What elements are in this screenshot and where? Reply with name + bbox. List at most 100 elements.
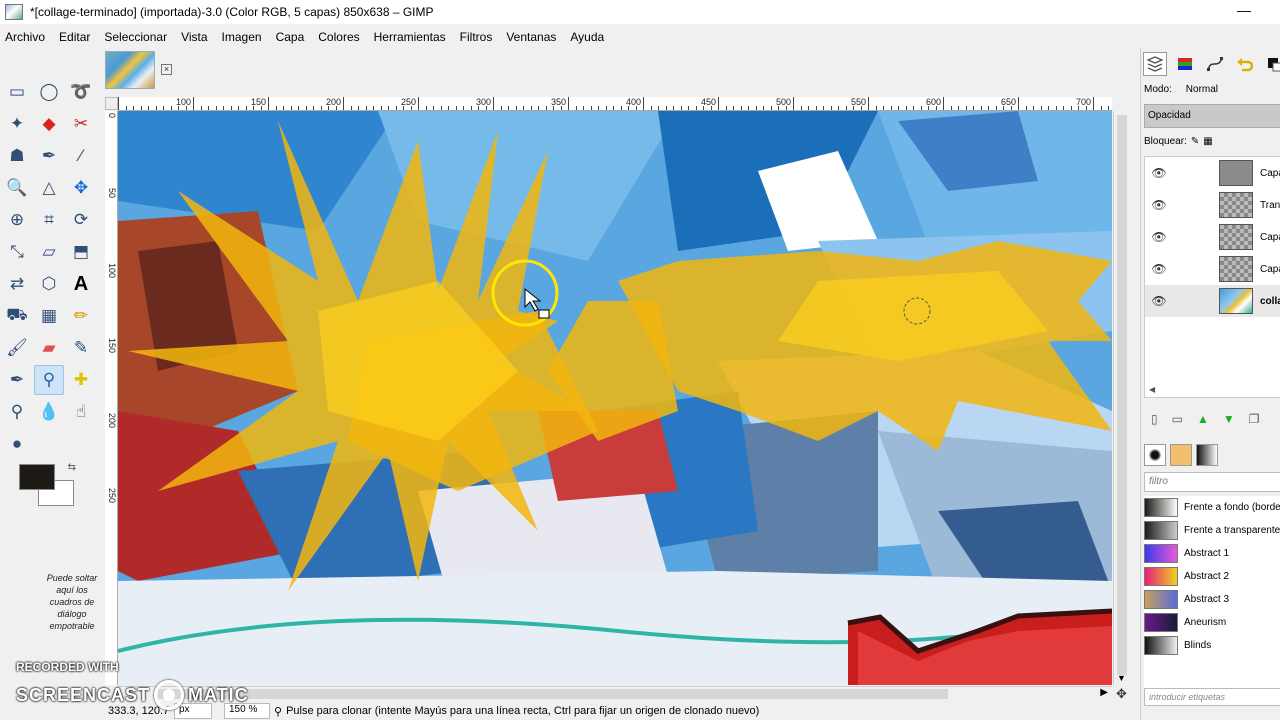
tool-foreground-select[interactable]: ☗ <box>2 141 32 171</box>
layer-row[interactable]: 👁 Capa <box>1145 221 1280 253</box>
image-canvas[interactable] <box>118 111 1112 685</box>
minimize-button[interactable]: — <box>1234 2 1254 22</box>
paths-tab-icon[interactable] <box>1203 52 1227 76</box>
tool-heal[interactable]: ✚ <box>66 365 96 395</box>
visibility-eye-icon[interactable]: 👁 <box>1145 230 1173 244</box>
tool-rotate[interactable]: ⟳ <box>66 205 96 235</box>
scroll-down-icon[interactable]: ▼ <box>1117 673 1126 683</box>
horizontal-scroll-thumb[interactable] <box>158 689 948 699</box>
ruler-corner[interactable] <box>105 97 118 110</box>
layers-tab-icon[interactable] <box>1143 52 1167 76</box>
raise-layer-icon[interactable]: ▲ <box>1197 412 1209 426</box>
lock-pixels-icon[interactable]: ✎ <box>1191 136 1199 147</box>
channels-tab-icon[interactable] <box>1173 52 1197 76</box>
layers-scroll-left-icon[interactable]: ◀ <box>1145 385 1280 397</box>
tool-fuzzy-select[interactable]: ✦ <box>2 109 32 139</box>
brushes-tab-icon[interactable] <box>1144 444 1166 466</box>
tool-color-select[interactable]: ◆ <box>34 109 64 139</box>
gradient-item[interactable]: Abstract 1 <box>1144 542 1280 565</box>
menu-archivo[interactable]: Archivo <box>5 30 45 44</box>
undo-history-tab-icon[interactable] <box>1233 52 1257 76</box>
tool-align[interactable]: ⊕ <box>2 205 32 235</box>
vertical-scrollbar[interactable]: ▼ <box>1113 111 1130 685</box>
tool-blur[interactable]: 💧 <box>34 397 64 427</box>
gradient-item[interactable]: Abstract 3 <box>1144 588 1280 611</box>
menu-seleccionar[interactable]: Seleccionar <box>104 30 167 44</box>
duplicate-layer-icon[interactable]: ❐ <box>1249 412 1260 426</box>
tool-scale[interactable]: ⤡ <box>2 237 32 267</box>
tool-move[interactable]: ✥ <box>66 173 96 203</box>
tool-ellipse-select[interactable]: ◯ <box>34 77 64 107</box>
layer-row[interactable]: 👁 Trans <box>1145 189 1280 221</box>
tags-input[interactable]: introducir etiquetas <box>1144 688 1280 706</box>
menu-ayuda[interactable]: Ayuda <box>570 30 604 44</box>
gradient-item[interactable]: Frente a transparente <box>1144 519 1280 542</box>
visibility-eye-icon[interactable]: 👁 <box>1145 166 1173 180</box>
tool-shear[interactable]: ▱ <box>34 237 64 267</box>
tool-zoom[interactable]: 🔍 <box>2 173 32 203</box>
visibility-eye-icon[interactable]: 👁 <box>1145 262 1173 276</box>
patterns-tab-icon[interactable] <box>1170 444 1192 466</box>
mode-select[interactable]: Normal <box>1186 84 1218 95</box>
tool-scissors-select[interactable]: ✂ <box>66 109 96 139</box>
lock-alpha-icon[interactable]: ▦ <box>1203 136 1212 147</box>
new-layer-icon[interactable]: ▯ <box>1151 412 1158 426</box>
gradients-tab-icon[interactable] <box>1196 444 1218 466</box>
navigate-icon[interactable]: ✥ <box>1116 686 1127 702</box>
layer-name[interactable]: Capa <box>1260 232 1280 243</box>
tool-clone[interactable]: ⚲ <box>34 365 64 395</box>
tool-flip[interactable]: ⇄ <box>2 269 32 299</box>
tool-text[interactable]: A <box>66 269 96 299</box>
tool-measure[interactable]: △ <box>34 173 64 203</box>
scroll-right-icon[interactable]: ▶ <box>1100 687 1108 698</box>
gradient-item[interactable]: Frente a fondo (borde <box>1144 496 1280 519</box>
tool-ink[interactable]: ✒ <box>2 365 32 395</box>
horizontal-scrollbar[interactable]: ▶ <box>118 686 1112 700</box>
tool-paths[interactable]: ✒ <box>34 141 64 171</box>
gradient-item[interactable]: Blinds <box>1144 634 1280 657</box>
new-layer-group-icon[interactable]: ▭ <box>1172 412 1183 426</box>
tool-rect-select[interactable]: ▭ <box>2 77 32 107</box>
lower-layer-icon[interactable]: ▼ <box>1223 412 1235 426</box>
menu-vista[interactable]: Vista <box>181 30 207 44</box>
tool-bucket-fill[interactable]: ⛟ <box>2 301 32 331</box>
tool-perspective-clone[interactable]: ⚲ <box>2 397 32 427</box>
menu-editar[interactable]: Editar <box>59 30 90 44</box>
menu-ventanas[interactable]: Ventanas <box>506 30 556 44</box>
tool-free-select[interactable]: ➰ <box>66 77 96 107</box>
layer-name[interactable]: colla <box>1260 296 1280 307</box>
tool-perspective[interactable]: ⬒ <box>66 237 96 267</box>
menu-capa[interactable]: Capa <box>276 30 305 44</box>
menu-imagen[interactable]: Imagen <box>222 30 262 44</box>
layer-row[interactable]: 👁 Capa <box>1145 253 1280 285</box>
tool-cage-transform[interactable]: ⬡ <box>34 269 64 299</box>
gradient-item[interactable]: Aneurism <box>1144 611 1280 634</box>
tool-airbrush[interactable]: ✎ <box>66 333 96 363</box>
visibility-eye-icon[interactable]: 👁 <box>1145 294 1173 308</box>
layer-name[interactable]: Capa <box>1260 264 1280 275</box>
tool-eraser[interactable]: ▰ <box>34 333 64 363</box>
layer-row[interactable]: 👁 Capa <box>1145 157 1280 189</box>
opacity-slider[interactable]: Opacidad <box>1144 104 1280 128</box>
colors-tab-icon[interactable] <box>1263 52 1280 76</box>
tool-crop[interactable]: ⌗ <box>34 205 64 235</box>
tool-smudge[interactable]: ☝ <box>66 397 96 427</box>
tool-dodge-burn[interactable]: ● <box>2 429 32 459</box>
layer-row[interactable]: 👁 colla <box>1145 285 1280 317</box>
menu-filtros[interactable]: Filtros <box>460 30 493 44</box>
image-tab-collage[interactable] <box>105 51 155 89</box>
visibility-eye-icon[interactable]: 👁 <box>1145 198 1173 212</box>
gradient-item[interactable]: Abstract 2 <box>1144 565 1280 588</box>
layer-name[interactable]: Capa <box>1260 168 1280 179</box>
tool-paintbrush[interactable]: 🖌 <box>2 333 32 363</box>
foreground-color[interactable] <box>19 464 55 490</box>
layer-name[interactable]: Trans <box>1260 200 1280 211</box>
vertical-scroll-thumb[interactable] <box>1117 115 1127 675</box>
menu-colores[interactable]: Colores <box>318 30 359 44</box>
tab-close-icon[interactable]: × <box>161 64 172 75</box>
tool-blend[interactable]: ▦ <box>34 301 64 331</box>
menu-herramientas[interactable]: Herramientas <box>374 30 446 44</box>
tool-pencil[interactable]: ✏ <box>66 301 96 331</box>
tool-color-picker[interactable]: ⁄ <box>66 141 96 171</box>
swap-colors-icon[interactable]: ⇆ <box>68 462 76 473</box>
